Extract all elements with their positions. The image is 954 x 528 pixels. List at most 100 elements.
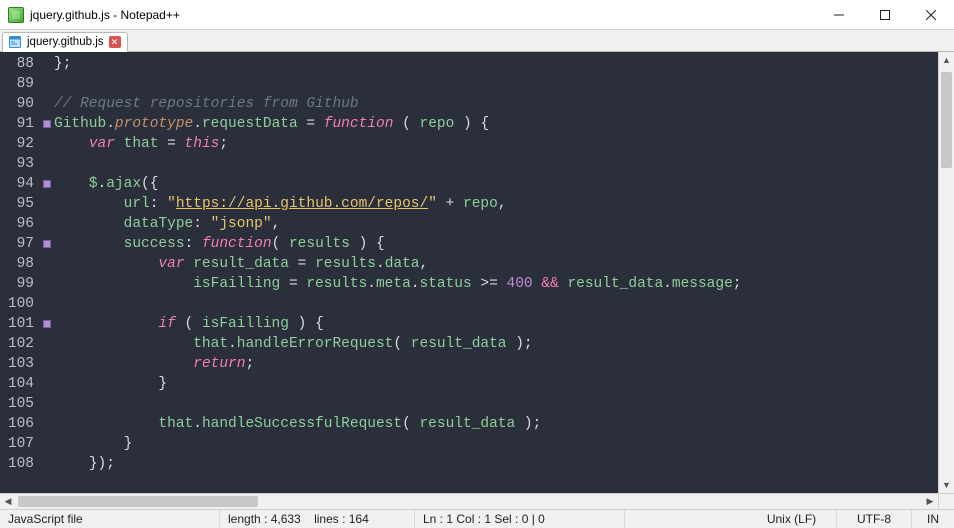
tab-bar: jquery.github.js ✕ (0, 30, 954, 52)
titlebar: jquery.github.js - Notepad++ (0, 0, 954, 30)
code-line[interactable]: url: "https://api.github.com/repos/" + r… (54, 194, 938, 214)
fold-marker-slot (40, 174, 54, 194)
close-button[interactable] (908, 0, 954, 29)
code-line[interactable]: if ( isFailling ) { (54, 314, 938, 334)
fold-marker-slot (40, 154, 54, 174)
fold-marker-slot (40, 334, 54, 354)
status-position: Ln : 1 Col : 1 Sel : 0 | 0 (415, 510, 625, 528)
code-line[interactable]: that.handleErrorRequest( result_data ); (54, 334, 938, 354)
fold-marker-slot (40, 254, 54, 274)
code-line[interactable]: success: function( results ) { (54, 234, 938, 254)
status-encoding: UTF-8 (837, 510, 912, 528)
code-line[interactable]: dataType: "jsonp", (54, 214, 938, 234)
app-icon (8, 7, 24, 23)
tab-close-button[interactable]: ✕ (109, 36, 121, 48)
line-number: 95 (0, 194, 34, 214)
code-line[interactable]: var result_data = results.data, (54, 254, 938, 274)
maximize-icon (880, 10, 890, 20)
code-line[interactable] (54, 154, 938, 174)
fold-marker[interactable] (43, 120, 51, 128)
editor[interactable]: 8889909192939495969798991001011021031041… (0, 52, 938, 493)
fold-marker-slot (40, 414, 54, 434)
line-number: 101 (0, 314, 34, 334)
minimize-button[interactable] (816, 0, 862, 29)
vscroll-thumb[interactable] (941, 72, 952, 168)
line-number: 92 (0, 134, 34, 154)
fold-marker-slot (40, 294, 54, 314)
code-line[interactable]: isFailling = results.meta.status >= 400 … (54, 274, 938, 294)
fold-marker-slot (40, 194, 54, 214)
code-content[interactable]: }; // Request repositories from GithubGit… (54, 52, 938, 493)
fold-marker-slot (40, 434, 54, 454)
line-number: 106 (0, 414, 34, 434)
line-number: 104 (0, 374, 34, 394)
vscroll-track[interactable] (939, 68, 954, 477)
hscroll-track[interactable] (16, 494, 922, 509)
window-buttons (816, 0, 954, 29)
fold-marker-slot (40, 394, 54, 414)
status-insert-mode: IN (912, 510, 954, 528)
vertical-scrollbar[interactable]: ▲ ▼ (938, 52, 954, 493)
line-number: 88 (0, 54, 34, 74)
line-number: 90 (0, 94, 34, 114)
window-title: jquery.github.js - Notepad++ (30, 8, 816, 22)
line-number: 99 (0, 274, 34, 294)
code-line[interactable]: return; (54, 354, 938, 374)
fold-marker-slot (40, 114, 54, 134)
fold-marker-slot (40, 214, 54, 234)
status-language: JavaScript file (0, 510, 220, 528)
fold-marker[interactable] (43, 180, 51, 188)
line-number: 107 (0, 434, 34, 454)
fold-marker-slot (40, 134, 54, 154)
code-line[interactable]: // Request repositories from Github (54, 94, 938, 114)
file-tab[interactable]: jquery.github.js ✕ (2, 32, 128, 52)
code-line[interactable] (54, 394, 938, 414)
code-line[interactable] (54, 74, 938, 94)
code-line[interactable] (54, 294, 938, 314)
scroll-down-arrow-icon[interactable]: ▼ (939, 477, 954, 493)
code-line[interactable]: } (54, 374, 938, 394)
status-length: length : 4,633 lines : 164 (220, 510, 415, 528)
line-number: 93 (0, 154, 34, 174)
line-number: 97 (0, 234, 34, 254)
fold-marker[interactable] (43, 320, 51, 328)
scroll-left-arrow-icon[interactable]: ◀ (0, 494, 16, 509)
fold-marker-slot (40, 454, 54, 474)
hscroll-thumb[interactable] (18, 496, 258, 507)
close-icon (926, 10, 936, 20)
fold-marker-slot (40, 74, 54, 94)
maximize-button[interactable] (862, 0, 908, 29)
status-eol: Unix (LF) (747, 510, 837, 528)
file-icon (8, 35, 22, 49)
line-number: 91 (0, 114, 34, 134)
code-line[interactable]: $.ajax({ (54, 174, 938, 194)
line-number: 96 (0, 214, 34, 234)
editor-area: 8889909192939495969798991001011021031041… (0, 52, 954, 493)
line-number: 98 (0, 254, 34, 274)
horizontal-scrollbar[interactable]: ◀ ▶ (0, 493, 954, 509)
fold-marker-slot (40, 314, 54, 334)
code-line[interactable]: } (54, 434, 938, 454)
scroll-right-arrow-icon[interactable]: ▶ (922, 494, 938, 509)
code-line[interactable]: }; (54, 54, 938, 74)
code-line[interactable]: }); (54, 454, 938, 474)
line-number-gutter: 8889909192939495969798991001011021031041… (0, 52, 40, 493)
minimize-icon (834, 10, 844, 20)
fold-marker-slot (40, 374, 54, 394)
code-line[interactable]: Github.prototype.requestData = function … (54, 114, 938, 134)
code-line[interactable]: that.handleSuccessfulRequest( result_dat… (54, 414, 938, 434)
status-length-value: length : 4,633 (228, 512, 301, 526)
scrollbar-corner (938, 494, 954, 509)
line-number: 89 (0, 74, 34, 94)
line-number: 100 (0, 294, 34, 314)
line-number: 102 (0, 334, 34, 354)
line-number: 103 (0, 354, 34, 374)
scroll-up-arrow-icon[interactable]: ▲ (939, 52, 954, 68)
line-number: 105 (0, 394, 34, 414)
status-bar: JavaScript file length : 4,633 lines : 1… (0, 509, 954, 528)
tab-label: jquery.github.js (27, 36, 104, 48)
fold-marker-slot (40, 234, 54, 254)
code-line[interactable]: var that = this; (54, 134, 938, 154)
line-number: 94 (0, 174, 34, 194)
fold-marker[interactable] (43, 240, 51, 248)
